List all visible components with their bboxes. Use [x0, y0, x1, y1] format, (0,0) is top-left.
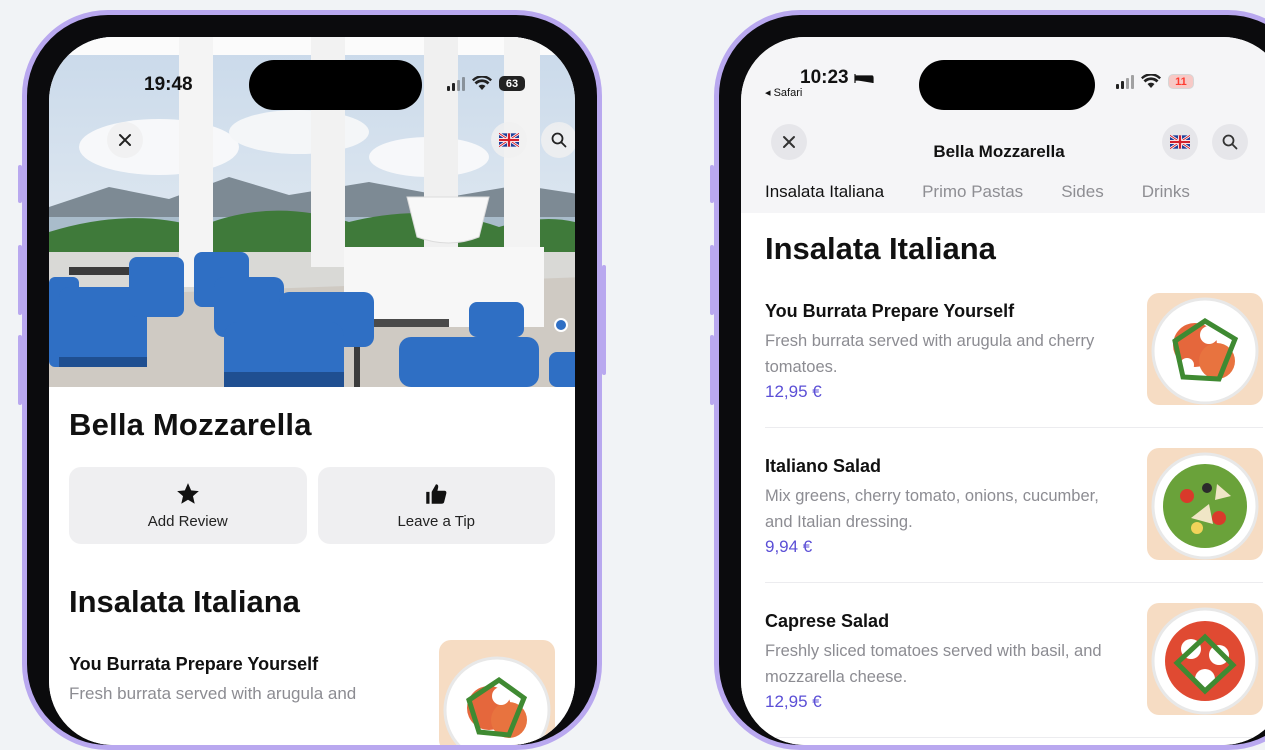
leave-tip-label: Leave a Tip [397, 513, 476, 530]
search-icon [551, 132, 567, 148]
mute-switch [710, 165, 714, 203]
dynamic-island [919, 60, 1095, 110]
language-button[interactable] [1162, 124, 1198, 160]
menu-item[interactable]: Caprese Salad Freshly sliced tomatoes se… [765, 603, 1263, 738]
battery-indicator: 63 [499, 76, 525, 91]
item-price: 9,94 € [765, 537, 813, 556]
item-photo [1147, 448, 1263, 560]
close-button[interactable] [107, 122, 143, 158]
uk-flag-icon [499, 133, 519, 147]
close-icon [783, 136, 795, 148]
item-name: You Burrata Prepare Yourself [69, 654, 319, 674]
cellular-signal-icon [1116, 74, 1134, 89]
restaurant-title: Bella Mozzarella [69, 407, 312, 442]
wifi-icon [1141, 74, 1161, 88]
status-icons: 11 [1116, 74, 1194, 89]
item-photo [1147, 603, 1263, 715]
wifi-icon [472, 76, 492, 90]
tab-sides[interactable]: Sides [1061, 182, 1104, 202]
item-name: You Burrata Prepare Yourself [765, 301, 1015, 321]
language-button[interactable] [491, 122, 527, 158]
section-title: Insalata Italiana [69, 584, 300, 619]
status-time-group: 10:23 [800, 67, 874, 89]
left-phone-screen: 19:48 63 Bella Mozzarella Add Review Lea… [49, 37, 575, 745]
search-icon [1222, 134, 1238, 150]
close-icon [119, 134, 131, 146]
dynamic-island [249, 60, 422, 110]
tab-insalata-italiana[interactable]: Insalata Italiana [765, 182, 884, 202]
search-button[interactable] [541, 122, 575, 158]
item-name: Caprese Salad [765, 611, 890, 631]
status-time: 19:48 [144, 74, 193, 95]
power-button [602, 265, 606, 375]
item-description: Freshly sliced tomatoes served with basi… [765, 642, 1102, 686]
volume-down-button [18, 335, 22, 405]
action-row: Add Review Leave a Tip [69, 467, 555, 544]
low-battery-indicator: 11 [1168, 74, 1194, 89]
uk-flag-icon [1170, 135, 1190, 149]
item-photo [1147, 293, 1263, 405]
item-description: Fresh burrata served with arugula and [69, 684, 357, 703]
item-price: 12,95 € [765, 382, 822, 401]
status-time: 10:23 [800, 67, 849, 88]
tab-drinks[interactable]: Drinks [1142, 182, 1190, 202]
item-price: 12,95 € [765, 692, 822, 711]
item-name: Italiano Salad [765, 456, 882, 476]
category-tabs: Insalata Italiana Primo Pastas Sides Dri… [765, 182, 1190, 202]
mute-switch [18, 165, 22, 203]
item-description: Fresh burrata served with arugula and ch… [765, 332, 1095, 376]
thumbs-up-icon [426, 484, 447, 504]
cellular-signal-icon [447, 76, 465, 91]
right-phone-frame: 10:23 ◂ Safari 11 Bella Mozzarella Insal… [710, 10, 1265, 750]
tab-primo-pastas[interactable]: Primo Pastas [922, 182, 1023, 202]
add-review-button[interactable]: Add Review [69, 467, 307, 544]
item-description: Mix greens, cherry tomato, onions, cucum… [765, 487, 1099, 531]
menu-item[interactable]: You Burrata Prepare Yourself Fresh burra… [69, 640, 555, 745]
bed-icon [854, 74, 874, 83]
item-photo [439, 640, 555, 745]
left-phone-frame: 19:48 63 Bella Mozzarella Add Review Lea… [18, 10, 606, 750]
star-icon [176, 483, 199, 504]
add-review-label: Add Review [147, 513, 228, 530]
volume-up-button [710, 245, 714, 315]
menu-item[interactable]: Italiano Salad Mix greens, cherry tomato… [765, 448, 1263, 583]
volume-down-button [710, 335, 714, 405]
leave-tip-button[interactable]: Leave a Tip [317, 467, 555, 544]
menu-list: Insalata Italiana You Burrata Prepare Yo… [741, 213, 1265, 745]
menu-item[interactable]: You Burrata Prepare Yourself Fresh burra… [765, 293, 1263, 428]
restaurant-info-panel: Bella Mozzarella Add Review Leave a Tip … [49, 387, 575, 745]
section-title: Insalata Italiana [765, 231, 996, 266]
close-button[interactable] [771, 124, 807, 160]
right-phone-screen: 10:23 ◂ Safari 11 Bella Mozzarella Insal… [741, 37, 1265, 745]
volume-up-button [18, 245, 22, 315]
search-button[interactable] [1212, 124, 1248, 160]
status-icons: 63 [447, 76, 525, 91]
back-to-safari-link[interactable]: ◂ Safari [765, 86, 802, 99]
